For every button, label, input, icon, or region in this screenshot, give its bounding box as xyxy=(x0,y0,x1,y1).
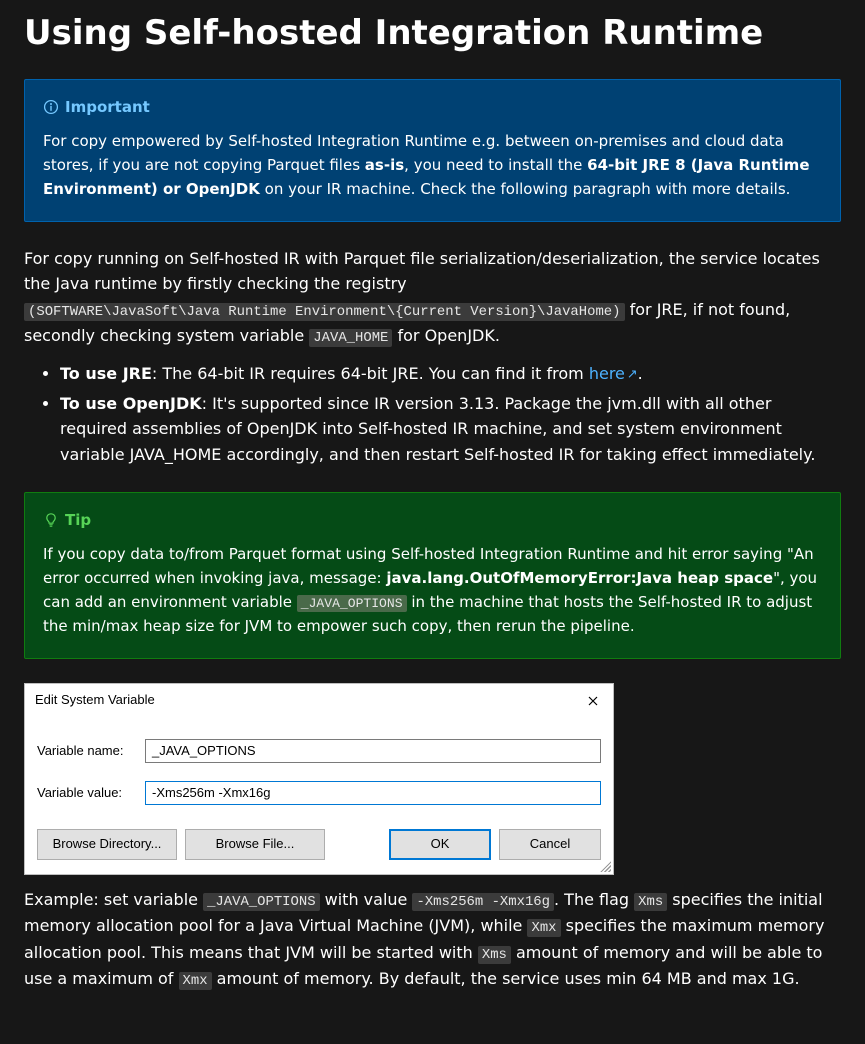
alert-tip-title-text: Tip xyxy=(65,508,91,532)
close-icon[interactable] xyxy=(581,691,605,711)
cancel-button[interactable]: Cancel xyxy=(499,829,601,860)
page-title: Using Self-hosted Integration Runtime xyxy=(24,0,841,55)
dialog-footer: Browse Directory... Browse File... OK Ca… xyxy=(25,823,613,874)
browse-directory-button[interactable]: Browse Directory... xyxy=(37,829,177,860)
alert-important-title: Important xyxy=(43,95,822,119)
resize-grip-icon[interactable] xyxy=(599,860,611,872)
code-java-options-tip: _JAVA_OPTIONS xyxy=(297,595,407,612)
code-java-options: _JAVA_OPTIONS xyxy=(203,893,320,911)
list-item-jre: To use JRE: The 64-bit IR requires 64-bi… xyxy=(60,361,841,387)
alert-important-body: For copy empowered by Self-hosted Integr… xyxy=(43,129,822,201)
code-heap-values: -Xms256m -Xmx16g xyxy=(412,893,554,911)
alert-tip-body: If you copy data to/from Parquet format … xyxy=(43,542,822,639)
code-xms-2: Xms xyxy=(478,946,511,964)
ok-button[interactable]: OK xyxy=(389,829,491,860)
label-variable-name: Variable name: xyxy=(37,741,145,762)
info-icon xyxy=(43,99,59,115)
article-main: Using Self-hosted Integration Runtime Im… xyxy=(0,0,865,1044)
list-item-openjdk: To use OpenJDK: It's supported since IR … xyxy=(60,391,841,468)
input-variable-name[interactable]: _JAVA_OPTIONS xyxy=(145,739,601,763)
alert-tip: Tip If you copy data to/from Parquet for… xyxy=(24,492,841,660)
row-variable-value: Variable value: -Xms256m -Xmx16g xyxy=(37,781,601,805)
paragraph-registry: For copy running on Self-hosted IR with … xyxy=(24,246,841,350)
label-variable-value: Variable value: xyxy=(37,783,145,804)
external-link-icon: ↗ xyxy=(627,367,638,382)
input-variable-value[interactable]: -Xms256m -Xmx16g xyxy=(145,781,601,805)
jre-download-link[interactable]: here↗ xyxy=(589,364,638,383)
paragraph-example: Example: set variable _JAVA_OPTIONS with… xyxy=(24,887,841,992)
code-java-home: JAVA_HOME xyxy=(309,329,392,347)
alert-important: Important For copy empowered by Self-hos… xyxy=(24,79,841,222)
browse-file-button[interactable]: Browse File... xyxy=(185,829,325,860)
row-variable-name: Variable name: _JAVA_OPTIONS xyxy=(37,739,601,763)
dialog-body: Variable name: _JAVA_OPTIONS Variable va… xyxy=(25,717,613,805)
lightbulb-icon xyxy=(43,512,59,528)
edit-system-variable-dialog: Edit System Variable Variable name: _JAV… xyxy=(24,683,614,875)
java-options-list: To use JRE: The 64-bit IR requires 64-bi… xyxy=(24,361,841,467)
code-xmx: Xmx xyxy=(527,919,560,937)
code-xmx-2: Xmx xyxy=(179,972,212,990)
dialog-titlebar: Edit System Variable xyxy=(25,684,613,717)
alert-tip-title: Tip xyxy=(43,508,822,532)
code-registry-path: (SOFTWARE\JavaSoft\Java Runtime Environm… xyxy=(24,303,625,321)
alert-important-title-text: Important xyxy=(65,95,150,119)
code-xms: Xms xyxy=(634,893,667,911)
dialog-title: Edit System Variable xyxy=(35,690,155,711)
